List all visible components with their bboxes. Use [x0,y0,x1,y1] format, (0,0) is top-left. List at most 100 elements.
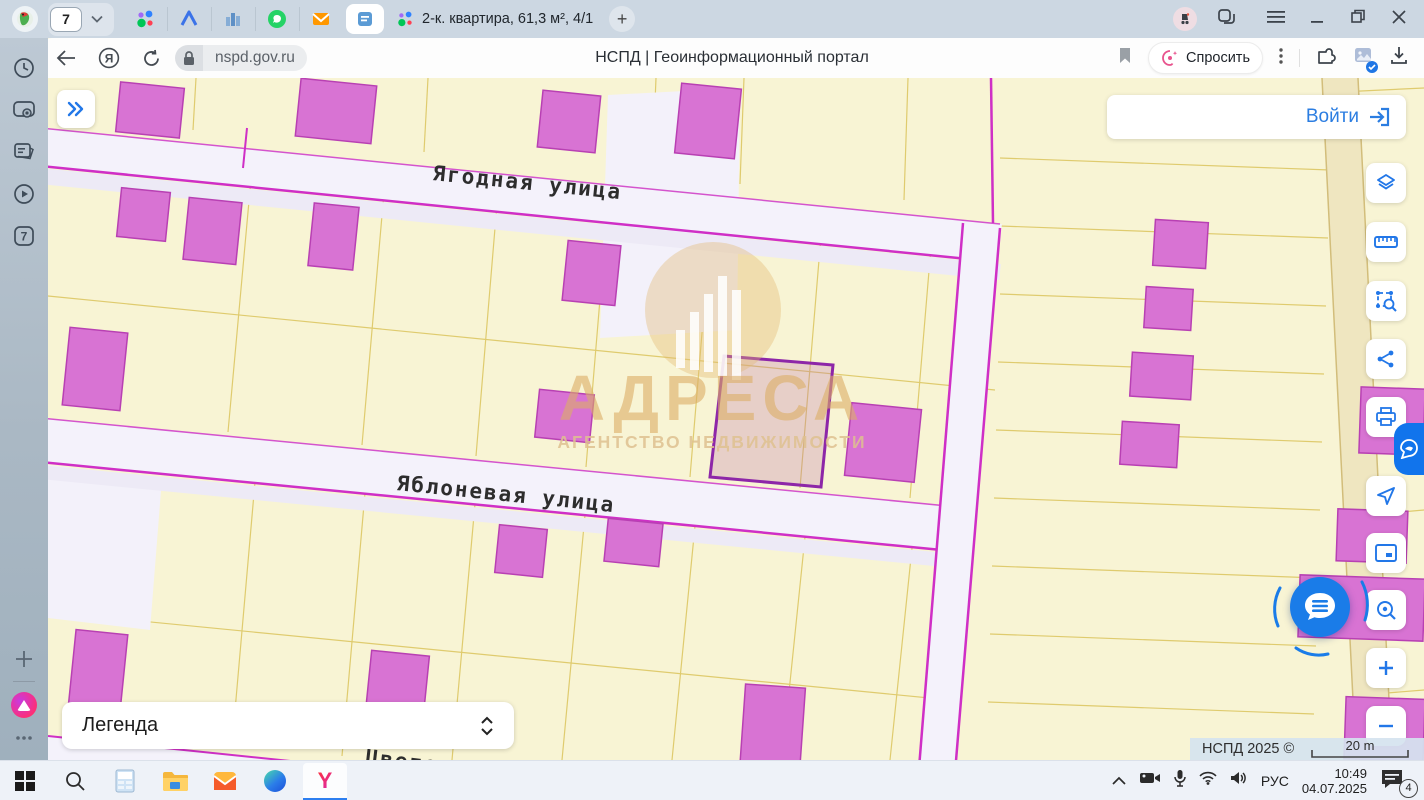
news-feed-icon[interactable] [12,140,36,164]
alice-assistant-icon[interactable] [11,692,37,718]
extensions-icon[interactable] [1316,46,1338,71]
tray-wifi-icon[interactable] [1199,771,1217,790]
building[interactable] [675,83,742,159]
screenshot-icon[interactable] [12,98,36,122]
rail-more-icon[interactable] [12,726,36,750]
minimize-button[interactable] [1311,10,1325,29]
history-icon[interactable] [12,56,36,80]
calculator-app-button[interactable] [100,761,150,800]
close-button[interactable] [1392,10,1406,29]
scale-bar: 20 m [1308,738,1412,760]
measure-button[interactable] [1366,222,1406,262]
keyboard-language[interactable]: РУС [1261,773,1289,789]
feedback-tab-button[interactable] [1394,423,1424,475]
notification-center-button[interactable]: 4 [1380,768,1414,794]
share-button[interactable] [1366,339,1406,379]
screenshot-tool-icon[interactable] [1354,46,1374,71]
map-canvas[interactable]: АДРЕСА АГЕНТСТВО НЕДВИЖИМОСТИ Ягодная ул… [48,78,1424,760]
building[interactable] [1144,287,1193,331]
building[interactable] [295,78,376,143]
building[interactable] [308,203,359,270]
tray-camera-icon[interactable] [1139,771,1161,790]
building[interactable] [604,518,663,566]
building[interactable] [62,327,128,410]
address-bar: Я nspd.gov.ru НСПД | Геоинформационный п… [40,38,1424,78]
login-icon [1368,107,1390,127]
tab-favicon-icon [396,10,414,28]
bookmark-icon[interactable] [1118,47,1132,69]
building[interactable] [1130,352,1194,400]
tab-title: 2-к. квартира, 61,3 м², 4/1 [422,11,593,27]
tab-groups-icon[interactable] [1217,8,1237,31]
tab-count[interactable]: 7 [50,7,82,32]
my-location-button[interactable] [1366,476,1406,516]
ai-chat-icon [1161,49,1179,67]
page-title: НСПД | Геоинформационный портал [595,49,869,67]
pinned-tabs [128,4,384,34]
windows-taskbar: Y РУС 10:49 04.07.2025 [0,760,1424,800]
tab-counter[interactable]: 7 [48,3,114,36]
browser-logo-icon[interactable] [12,6,38,32]
tray-volume-icon[interactable] [1230,770,1248,791]
tray-microphone-icon[interactable] [1174,769,1186,792]
maximize-button[interactable] [1351,9,1366,29]
pinned-tab-mail-icon[interactable] [299,7,333,31]
url-text[interactable]: nspd.gov.ru [203,45,307,71]
building[interactable] [117,188,171,242]
cadastral-map[interactable]: АДРЕСА АГЕНТСТВО НЕДВИЖИМОСТИ Ягодная ул… [48,78,1424,760]
downloads-icon[interactable] [1390,46,1408,70]
pinned-tab-a-icon[interactable] [167,7,201,31]
pinned-tab-building-icon[interactable] [211,7,245,31]
building[interactable] [537,90,600,153]
layers-button[interactable] [1366,163,1406,203]
browser-side-rail: 7 [0,38,48,760]
browser-tab-bar: 7 2-к. [0,0,1424,38]
pinned-tab-active[interactable] [346,4,384,34]
start-button[interactable] [0,761,50,800]
area-search-button[interactable] [1366,281,1406,321]
building[interactable] [562,240,621,305]
tabbar-right-controls [1173,7,1424,31]
building[interactable] [1120,421,1180,467]
video-icon[interactable] [12,182,36,206]
building[interactable] [1153,219,1209,268]
chevron-down-icon[interactable] [82,10,112,28]
login-bar[interactable]: Войти [1107,95,1406,139]
pinned-tab-avito-icon[interactable] [133,7,157,31]
taskbar-date: 04.07.2025 [1302,781,1367,796]
add-panel-icon[interactable] [12,647,36,671]
lock-icon[interactable] [175,45,203,71]
watermark-title: АДРЕСА [559,362,865,434]
building[interactable] [68,630,128,713]
ask-ai-button[interactable]: Спросить [1148,42,1263,74]
file-explorer-button[interactable] [150,761,200,800]
expand-panel-button[interactable] [57,90,95,128]
edge-browser-button[interactable] [250,761,300,800]
chat-button[interactable] [1290,577,1350,637]
legend-collapse-icon[interactable] [480,715,494,737]
mail-app-button[interactable] [200,761,250,800]
active-tab[interactable]: 2-к. квартира, 61,3 м², 4/1 [396,10,593,28]
menu-icon[interactable] [1267,10,1285,29]
back-button[interactable] [56,50,76,66]
profile-avatar[interactable] [1173,7,1197,31]
ask-ai-label: Спросить [1186,50,1250,66]
reload-button[interactable] [142,49,161,68]
yandex-browser-button[interactable]: Y [300,761,350,800]
screen: 7 2-к. [0,0,1424,800]
url-field[interactable]: nspd.gov.ru [175,45,307,71]
taskbar-clock[interactable]: 10:49 04.07.2025 [1302,766,1367,796]
pinned-tab-whatsapp-icon[interactable] [255,7,289,31]
new-tab-button[interactable]: + [609,6,635,32]
yandex-search-icon[interactable]: Я [98,47,120,69]
building[interactable] [116,82,185,138]
legend-panel[interactable]: Легенда [62,702,514,749]
taskbar-search-button[interactable] [50,761,100,800]
building[interactable] [739,684,806,760]
building[interactable] [183,197,242,264]
more-options-icon[interactable] [1279,48,1283,69]
tabs-seven-icon[interactable]: 7 [12,224,36,248]
login-label[interactable]: Войти [1306,106,1359,128]
tray-chevron-icon[interactable] [1112,772,1126,790]
building[interactable] [495,525,548,578]
